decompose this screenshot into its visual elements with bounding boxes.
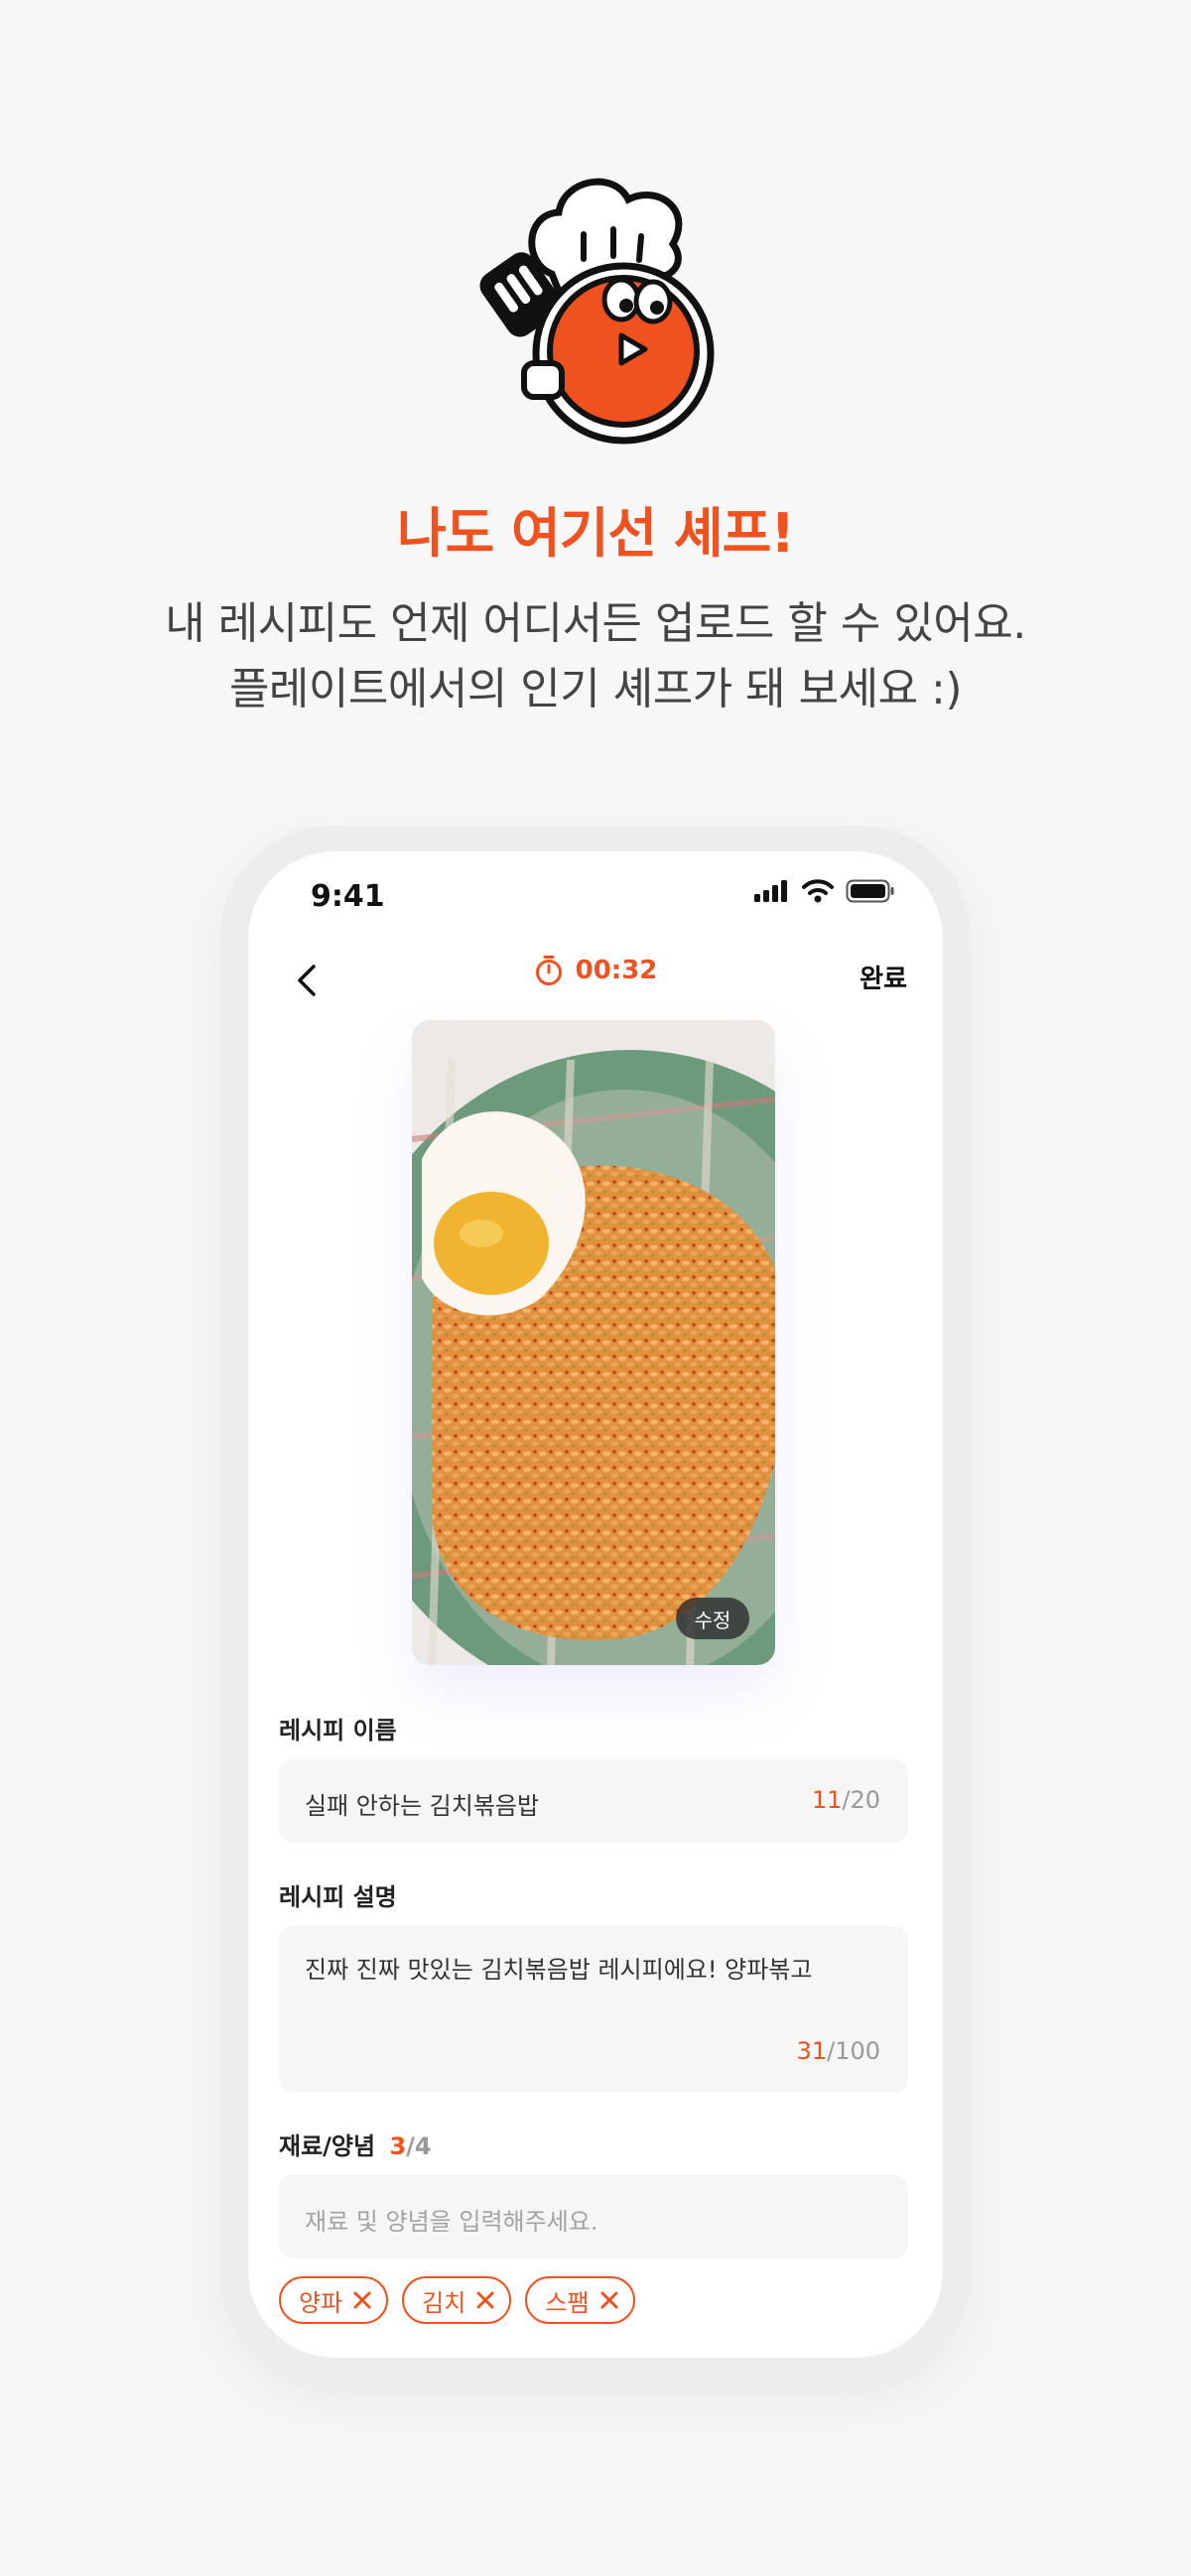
ingredients-label-text: 재료/양념 [279,2132,376,2160]
recipe-name-counter: 11/20 [812,1786,880,1814]
recipe-description-input[interactable]: 진짜 진짜 맛있는 김치볶음밥 레시피에요! 양파볶고 31/100 [279,1926,908,2093]
hero-headline: 나도 여기선 셰프! [397,502,795,565]
ingredients-label: 재료/양념 3/4 [279,2126,432,2161]
recipe-description-max: /100 [827,2037,880,2065]
ingredient-chip-list: 양파 김치 스팸 [279,2276,635,2324]
recipe-name-value: 실패 안하는 김치볶음밥 [305,1792,540,1820]
ingredients-count: 3 [389,2132,407,2160]
ingredient-input[interactable]: 재료 및 양념을 입력해주세요. [279,2175,908,2258]
remove-x-icon[interactable] [475,2290,495,2310]
recipe-description-label: 레시피 설명 [279,1883,397,1911]
phone-screen: 9:41 00:32 완료 수정 레시피 이름 실패 안하는 김치볶음밥 11/… [248,851,943,2358]
recipe-name-max: /20 [842,1786,880,1814]
remove-x-icon[interactable] [352,2290,372,2310]
ingredient-chip-label: 양파 [299,2288,343,2317]
ingredient-chip-label: 김치 [422,2288,466,2317]
battery-icon [846,879,894,903]
fried-rice-image [412,1020,775,1665]
status-time: 9:41 [311,879,385,914]
ingredient-chip-label: 스팸 [545,2288,590,2317]
ingredient-chip[interactable]: 스팸 [525,2276,635,2324]
recipe-description-count: 31 [796,2037,828,2065]
remove-x-icon[interactable] [599,2290,619,2310]
recipe-description-value: 진짜 진짜 맛있는 김치볶음밥 레시피에요! 양파볶고 [305,1956,813,1984]
wifi-icon [802,879,834,903]
hero-subline-2: 플레이트에서의 인기 셰프가 돼 보세요 :) [228,664,963,714]
recording-timer: 00:32 [248,955,943,986]
ingredients-max: /4 [406,2132,432,2160]
hero-subline-1: 내 레시피도 언제 어디서든 업로드 할 수 있어요. [165,598,1026,649]
timer-text: 00:32 [575,956,658,985]
photo-edit-button[interactable]: 수정 [676,1598,749,1639]
ingredient-chip[interactable]: 양파 [279,2276,389,2324]
recipe-photo[interactable]: 수정 [412,1020,775,1665]
stopwatch-icon [535,956,562,985]
done-button[interactable]: 완료 [860,959,907,995]
ingredient-input-placeholder: 재료 및 양념을 입력해주세요. [305,2208,598,2236]
status-icons [754,879,895,903]
recipe-name-label: 레시피 이름 [279,1717,397,1744]
recipe-name-count: 11 [811,1786,843,1814]
recipe-description-counter: 31/100 [797,2037,880,2065]
signal-icon [754,880,787,902]
ingredient-chip[interactable]: 김치 [402,2276,512,2324]
recipe-name-input[interactable]: 실패 안하는 김치볶음밥 11/20 [279,1759,908,1843]
chef-mascot-logo [479,178,715,445]
